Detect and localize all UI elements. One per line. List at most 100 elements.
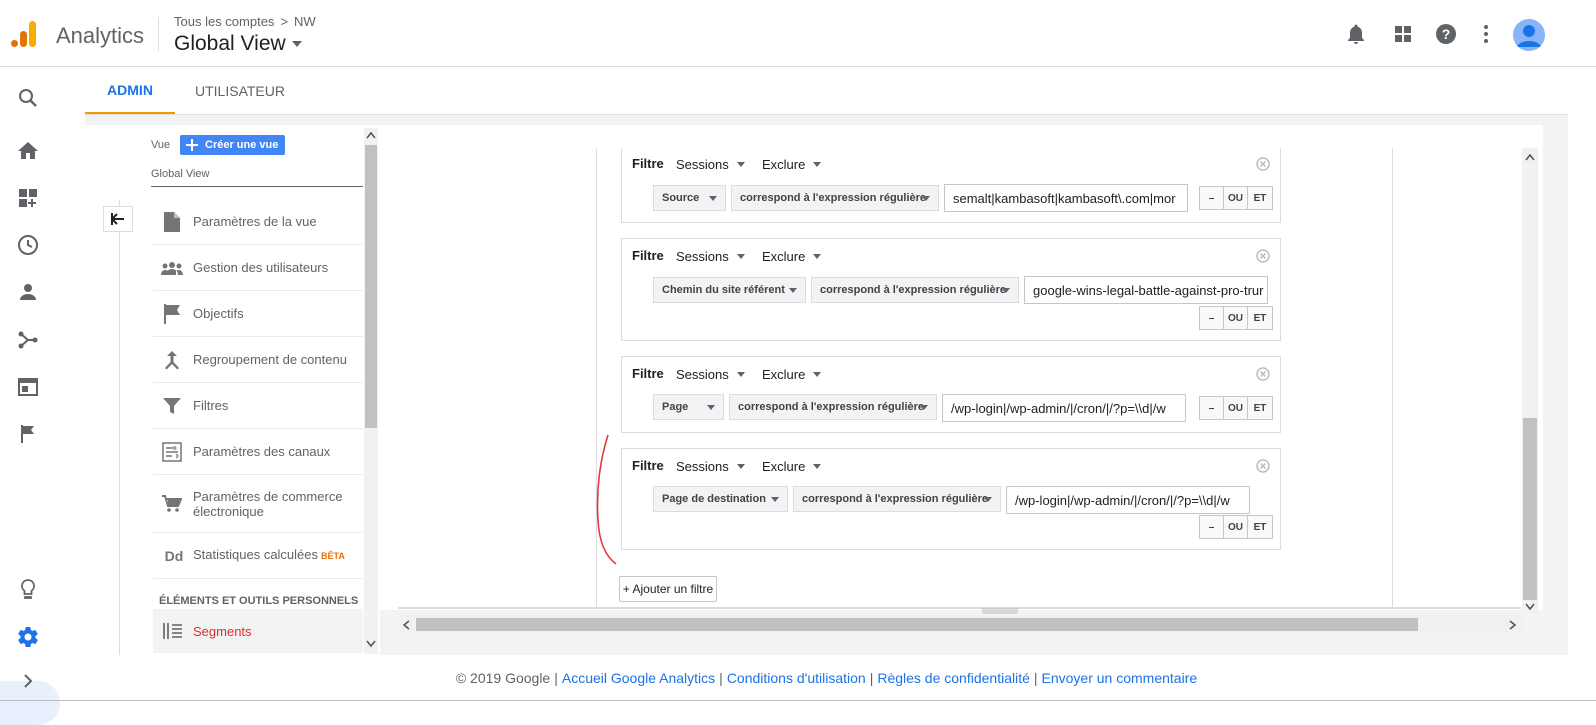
footer-link-privacy[interactable]: Règles de confidentialité	[877, 670, 1030, 686]
and-button[interactable]: ET	[1248, 307, 1272, 329]
conversions-flag-icon[interactable]	[16, 422, 40, 446]
tab-admin[interactable]: ADMIN	[85, 67, 175, 114]
mode-dropdown[interactable]: Exclure	[762, 249, 822, 264]
remove-button[interactable]: –	[1200, 397, 1224, 419]
people-icon	[161, 257, 183, 279]
and-button[interactable]: ET	[1248, 187, 1272, 209]
scope-dropdown[interactable]: Sessions	[676, 459, 745, 474]
apps-grid-icon[interactable]	[1391, 22, 1415, 46]
menu-ecommerce-settings[interactable]: Paramètres de commerce électronique	[153, 475, 363, 533]
person-icon[interactable]	[16, 280, 40, 304]
menu-label: Paramètres de la vue	[193, 214, 317, 229]
gear-icon[interactable]	[16, 625, 40, 649]
value-input[interactable]: /wp-login|/wp-admin/|/cron/|/?p=\\d|/w	[942, 394, 1186, 422]
breadcrumb-account[interactable]: NW	[294, 14, 316, 29]
or-button[interactable]: OU	[1224, 187, 1248, 209]
dd-icon: Dd	[164, 547, 184, 564]
home-icon[interactable]	[16, 139, 40, 163]
close-circle-icon[interactable]	[1256, 157, 1270, 171]
caret-down-icon	[984, 497, 992, 502]
footer-link-terms[interactable]: Conditions d'utilisation	[727, 670, 866, 686]
tab-user[interactable]: UTILISATEUR	[185, 67, 295, 114]
scroll-down-icon	[366, 640, 376, 648]
collapse-panel-button[interactable]	[103, 206, 133, 232]
scope-dropdown[interactable]: Sessions	[676, 249, 745, 264]
clock-icon[interactable]	[16, 233, 40, 257]
breadcrumb[interactable]: Tous les comptes > NW	[174, 14, 316, 29]
remove-button[interactable]: –	[1200, 516, 1224, 538]
scroll-up-icon	[366, 131, 376, 139]
operator-select[interactable]: correspond à l'expression régulière	[793, 486, 1001, 512]
filter-label: Filtre	[632, 156, 664, 171]
remove-button[interactable]: –	[1200, 307, 1224, 329]
dimension-select[interactable]: Page de destination	[653, 486, 788, 512]
and-button[interactable]: ET	[1248, 516, 1272, 538]
mode-value: Exclure	[762, 249, 806, 264]
remove-button[interactable]: –	[1200, 187, 1224, 209]
acquisition-icon[interactable]	[16, 328, 40, 352]
menu-goals[interactable]: Objectifs	[153, 291, 363, 337]
create-view-button[interactable]: Créer une vue	[180, 135, 285, 155]
footer-link-feedback[interactable]: Envoyer un commentaire	[1042, 670, 1198, 686]
bell-icon[interactable]	[1344, 22, 1368, 46]
search-icon[interactable]	[16, 86, 40, 110]
panel-scroll-thumb[interactable]	[365, 145, 377, 428]
menu-user-management[interactable]: Gestion des utilisateurs	[153, 245, 363, 291]
resize-grip-icon[interactable]	[982, 608, 1018, 614]
menu-segments[interactable]: Segments	[153, 609, 363, 653]
scope-value: Sessions	[676, 249, 729, 264]
mode-dropdown[interactable]: Exclure	[762, 367, 822, 382]
value-input[interactable]: /wp-login|/wp-admin/|/cron/|/?p=\\d|/w	[1006, 486, 1250, 514]
value-input[interactable]: google-wins-legal-battle-against-pro-tru…	[1024, 276, 1268, 304]
merge-icon	[161, 349, 183, 371]
operator-value: correspond à l'expression régulière	[802, 493, 989, 505]
footer-separator: |	[1033, 669, 1038, 686]
close-circle-icon[interactable]	[1256, 367, 1270, 381]
analytics-logo[interactable]	[10, 19, 38, 49]
footer-separator: |	[554, 669, 558, 686]
view-select[interactable]: Global View	[151, 168, 210, 180]
mode-dropdown[interactable]: Exclure	[762, 157, 822, 172]
view-selector[interactable]: Global View	[174, 32, 302, 56]
scope-dropdown[interactable]: Sessions	[676, 367, 745, 382]
panel-divider	[119, 200, 120, 655]
lightbulb-icon[interactable]	[16, 577, 40, 601]
editor-vertical-thumb[interactable]	[1523, 418, 1537, 600]
condition-buttons: – OU ET	[1199, 306, 1273, 330]
or-button[interactable]: OU	[1224, 307, 1248, 329]
behavior-icon[interactable]	[16, 375, 40, 399]
editor-horizontal-thumb[interactable]	[416, 618, 1418, 631]
breadcrumb-root[interactable]: Tous les comptes	[174, 14, 274, 29]
dashboard-add-icon[interactable]	[16, 186, 40, 210]
close-circle-icon[interactable]	[1256, 249, 1270, 263]
scope-dropdown[interactable]: Sessions	[676, 157, 745, 172]
dimension-select[interactable]: Chemin du site référent	[653, 277, 806, 303]
and-button[interactable]: ET	[1248, 397, 1272, 419]
dimension-select[interactable]: Source	[653, 185, 726, 211]
expand-chevron-icon[interactable]	[16, 669, 40, 693]
value-input[interactable]: semalt|kambasoft|kambasoft\.com|mor	[944, 184, 1188, 212]
operator-select[interactable]: correspond à l'expression régulière	[731, 185, 939, 211]
copyright: © 2019 Google	[455, 669, 551, 686]
more-vert-icon[interactable]	[1474, 22, 1498, 46]
close-circle-icon[interactable]	[1256, 459, 1270, 473]
operator-select[interactable]: correspond à l'expression régulière	[811, 277, 1019, 303]
menu-view-settings[interactable]: Paramètres de la vue	[153, 199, 363, 245]
dimension-select[interactable]: Page	[653, 394, 724, 420]
or-button[interactable]: OU	[1224, 516, 1248, 538]
scroll-left-icon	[402, 620, 410, 630]
menu-filters[interactable]: Filtres	[153, 383, 363, 429]
beta-badge: BÊTA	[321, 551, 345, 561]
avatar[interactable]	[1513, 19, 1545, 51]
menu-calculated-metrics[interactable]: Dd Statistiques calculées BÊTA	[153, 533, 363, 579]
operator-select[interactable]: correspond à l'expression régulière	[729, 394, 937, 420]
filter-label: Filtre	[632, 366, 664, 381]
scroll-down-icon	[1525, 603, 1535, 611]
footer-link-home[interactable]: Accueil Google Analytics	[562, 670, 715, 686]
or-button[interactable]: OU	[1224, 397, 1248, 419]
help-icon[interactable]: ?	[1434, 22, 1458, 46]
add-filter-button[interactable]: + Ajouter un filtre	[619, 576, 717, 602]
menu-channel-settings[interactable]: Paramètres des canaux	[153, 429, 363, 475]
mode-dropdown[interactable]: Exclure	[762, 459, 822, 474]
menu-content-grouping[interactable]: Regroupement de contenu	[153, 337, 363, 383]
